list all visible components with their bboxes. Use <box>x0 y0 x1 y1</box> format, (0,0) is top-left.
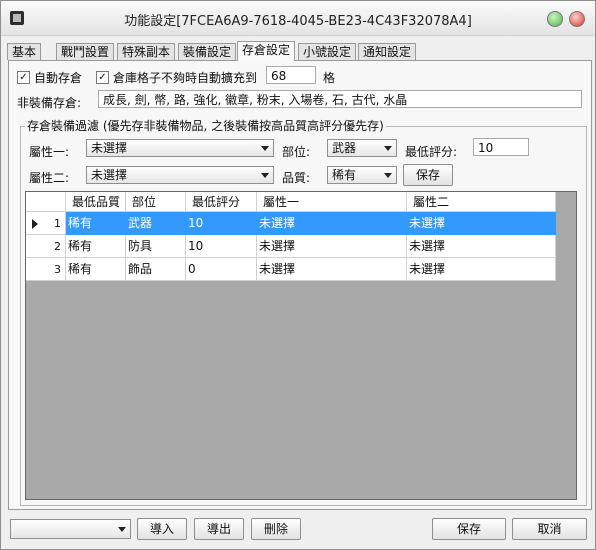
slot-select[interactable]: 武器 <box>327 139 397 157</box>
tab-basic[interactable]: 基本 <box>7 43 42 60</box>
attr2-select[interactable]: 未選擇 <box>86 166 274 184</box>
attr1-label: 屬性一: <box>29 145 70 159</box>
filter-save-button[interactable]: 保存 <box>403 164 453 186</box>
table-row[interactable]: 1 稀有 武器 10 未選擇 未選擇 <box>26 212 556 235</box>
attr2-label: 屬性二: <box>29 171 70 185</box>
save-button[interactable]: 保存 <box>432 518 506 540</box>
tab-notification[interactable]: 通知設定 <box>358 43 417 60</box>
non-equip-input[interactable]: 成長, 劍, 幣, 路, 強化, 徽章, 粉末, 入場卷, 石, 古代, 水晶 <box>98 90 582 108</box>
min-score-input[interactable]: 10 <box>473 138 529 156</box>
delete-button[interactable]: 刪除 <box>251 518 301 540</box>
cell-score[interactable]: 0 <box>186 258 257 281</box>
export-button[interactable]: 導出 <box>194 518 244 540</box>
cell-score[interactable]: 10 <box>186 235 257 258</box>
slot-label: 部位: <box>282 145 311 159</box>
row-header-corner <box>26 192 66 212</box>
column-header[interactable]: 屬性一 <box>257 192 407 212</box>
table-row[interactable]: 2 稀有 防具 10 未選擇 未選擇 <box>26 235 556 258</box>
quality-value: 稀有 <box>332 168 357 182</box>
quality-label: 品質: <box>282 171 311 185</box>
chevron-down-icon <box>384 173 392 178</box>
cell-slot[interactable]: 飾品 <box>126 258 186 281</box>
chevron-down-icon <box>261 146 269 151</box>
row-index: 1 <box>54 217 61 230</box>
auto-store-label: 自動存倉 <box>34 71 83 85</box>
auto-expand-label: 倉庫格子不夠時自動擴充到 <box>113 71 258 85</box>
chevron-down-icon <box>384 146 392 151</box>
row-header[interactable]: 3 <box>26 258 66 281</box>
table-row[interactable]: 3 稀有 飾品 0 未選擇 未選擇 <box>26 258 556 281</box>
tab-special-dungeon[interactable]: 特殊副本 <box>117 43 176 60</box>
min-score-label: 最低評分: <box>405 145 458 159</box>
tab-equipment[interactable]: 裝備設定 <box>178 43 237 60</box>
row-index: 2 <box>54 240 61 253</box>
quality-select[interactable]: 稀有 <box>327 166 397 184</box>
chevron-down-icon <box>118 527 126 532</box>
filter-group-label: 存倉裝備過濾 (優先存非裝備物品, 之後裝備按高品質高評分優先存) <box>25 117 386 134</box>
cell-quality[interactable]: 稀有 <box>66 258 126 281</box>
cell-slot[interactable]: 防具 <box>126 235 186 258</box>
cell-attr1[interactable]: 未選擇 <box>257 212 407 235</box>
title-bar: 功能設定[7FCEA6A9-7618-4045-BE23-4C43F32078A… <box>1 1 595 36</box>
filter-table: 最低品質 部位 最低評分 屬性一 屬性二 1 稀有 武器 10 未選擇 未選擇 … <box>25 191 577 500</box>
profile-select[interactable] <box>10 519 131 539</box>
cell-quality[interactable]: 稀有 <box>66 212 126 235</box>
tab-storage[interactable]: 存倉設定 <box>237 41 296 61</box>
column-header[interactable]: 部位 <box>126 192 186 212</box>
cell-score[interactable]: 10 <box>186 212 257 235</box>
expand-unit-label: 格 <box>323 71 336 85</box>
attr1-select[interactable]: 未選擇 <box>86 139 274 157</box>
auto-expand-checkbox[interactable]: ✓ <box>96 71 109 84</box>
auto-store-checkbox[interactable]: ✓ <box>17 71 30 84</box>
column-header[interactable]: 最低評分 <box>186 192 257 212</box>
minimize-button[interactable] <box>547 11 563 27</box>
column-header[interactable]: 屬性二 <box>407 192 556 212</box>
tab-alt-account[interactable]: 小號設定 <box>298 43 357 60</box>
cell-quality[interactable]: 稀有 <box>66 235 126 258</box>
settings-window: 功能設定[7FCEA6A9-7618-4045-BE23-4C43F32078A… <box>0 0 596 550</box>
cell-attr2[interactable]: 未選擇 <box>407 212 556 235</box>
row-header[interactable]: 2 <box>26 235 66 258</box>
attr1-value: 未選擇 <box>91 141 128 155</box>
column-header[interactable]: 最低品質 <box>66 192 126 212</box>
row-header[interactable]: 1 <box>26 212 66 235</box>
tab-combat[interactable]: 戰鬥設置 <box>56 43 115 60</box>
cell-attr2[interactable]: 未選擇 <box>407 258 556 281</box>
import-button[interactable]: 導入 <box>137 518 187 540</box>
attr2-value: 未選擇 <box>91 168 128 182</box>
window-title: 功能設定[7FCEA6A9-7618-4045-BE23-4C43F32078A… <box>124 14 472 29</box>
non-equip-label: 非裝備存倉: <box>17 96 82 110</box>
cancel-button[interactable]: 取消 <box>512 518 587 540</box>
row-index: 3 <box>54 263 61 276</box>
cell-attr1[interactable]: 未選擇 <box>257 258 407 281</box>
cell-attr1[interactable]: 未選擇 <box>257 235 407 258</box>
expand-slots-input[interactable]: 68 <box>266 66 316 84</box>
slot-value: 武器 <box>332 141 357 155</box>
chevron-down-icon <box>261 173 269 178</box>
close-button[interactable] <box>569 11 585 27</box>
current-row-icon <box>32 219 38 229</box>
cell-attr2[interactable]: 未選擇 <box>407 235 556 258</box>
cell-slot[interactable]: 武器 <box>126 212 186 235</box>
